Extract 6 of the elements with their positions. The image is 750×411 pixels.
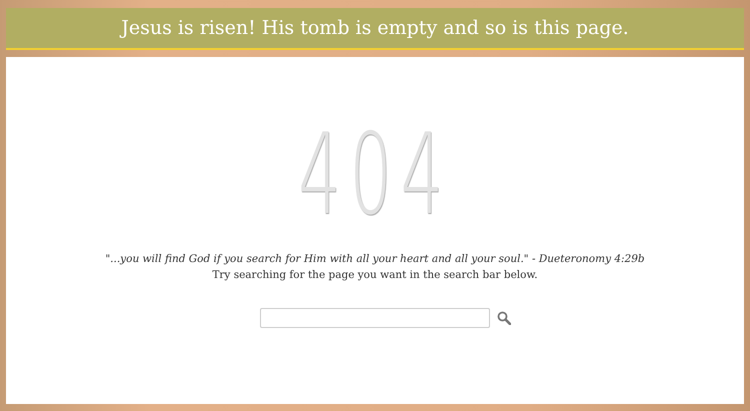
search-field[interactable]: [260, 308, 490, 328]
hint-text: Try searching for the page you want in the search bar below.: [212, 269, 538, 281]
quote-text: "...you will find God if you search for Him with all your heart and all your soul." - Dueteronomy 4:29b: [105, 253, 645, 265]
search-icon[interactable]: [497, 311, 511, 325]
error-code: 404: [298, 119, 452, 231]
banner-title: Jesus is risen! His tomb is empty and so is this page.: [121, 17, 629, 39]
